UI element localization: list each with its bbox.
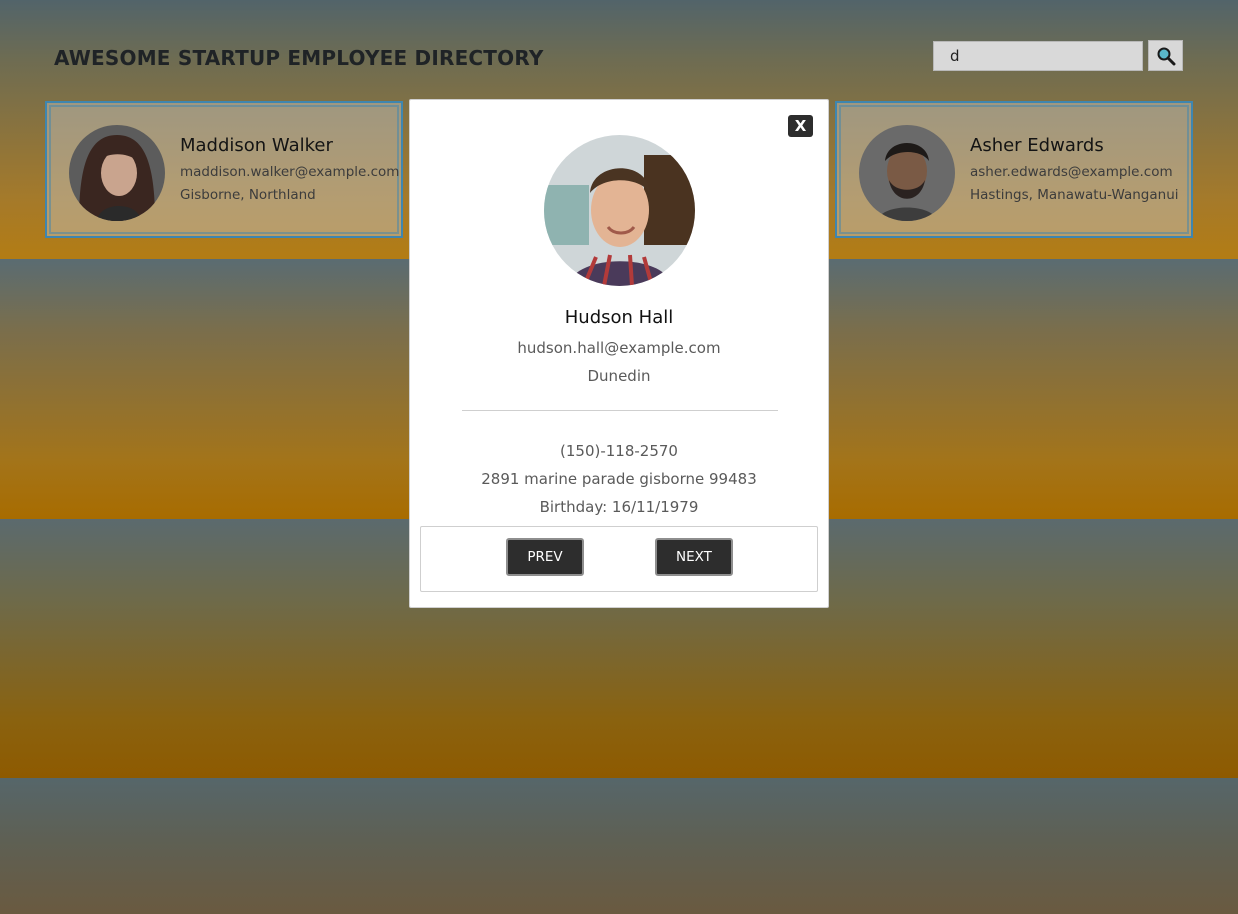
modal-name: Hudson Hall bbox=[564, 307, 674, 328]
modal-city: Dunedin bbox=[587, 367, 651, 385]
modal-email: hudson.hall@example.com bbox=[517, 339, 721, 357]
employee-modal: X Hudson Hall hudson.hall@example.com Du… bbox=[409, 99, 829, 608]
employee-name: Maddison Walker bbox=[180, 135, 333, 156]
employee-card[interactable]: Asher Edwards asher.edwards@example.com … bbox=[835, 101, 1193, 238]
avatar bbox=[69, 125, 165, 221]
employee-email: maddison.walker@example.com bbox=[180, 164, 400, 180]
modal-phone: (150)-118-2570 bbox=[560, 442, 678, 460]
modal-avatar bbox=[544, 135, 695, 286]
modal-address: 2891 marine parade gisborne 99483 bbox=[481, 470, 757, 488]
close-button[interactable]: X bbox=[788, 115, 813, 137]
employee-card[interactable]: Maddison Walker maddison.walker@example.… bbox=[45, 101, 403, 238]
avatar bbox=[859, 125, 955, 221]
search-input[interactable] bbox=[933, 41, 1143, 71]
search-button[interactable] bbox=[1148, 40, 1183, 71]
modal-birthday: Birthday: 16/11/1979 bbox=[539, 498, 699, 516]
directory-page: AWESOME STARTUP EMPLOYEE DIRECTORY Maddi… bbox=[0, 0, 1238, 914]
prev-button[interactable]: PREV bbox=[506, 538, 584, 576]
divider bbox=[462, 410, 778, 411]
next-button[interactable]: NEXT bbox=[655, 538, 733, 576]
employee-name: Asher Edwards bbox=[970, 135, 1104, 156]
magnifier-icon bbox=[1157, 47, 1175, 65]
employee-city: Hastings, Manawatu-Wanganui bbox=[970, 187, 1179, 203]
page-title: AWESOME STARTUP EMPLOYEE DIRECTORY bbox=[54, 46, 544, 70]
modal-navigation: PREV NEXT bbox=[420, 526, 818, 592]
employee-email: asher.edwards@example.com bbox=[970, 164, 1173, 180]
employee-city: Gisborne, Northland bbox=[180, 187, 316, 203]
